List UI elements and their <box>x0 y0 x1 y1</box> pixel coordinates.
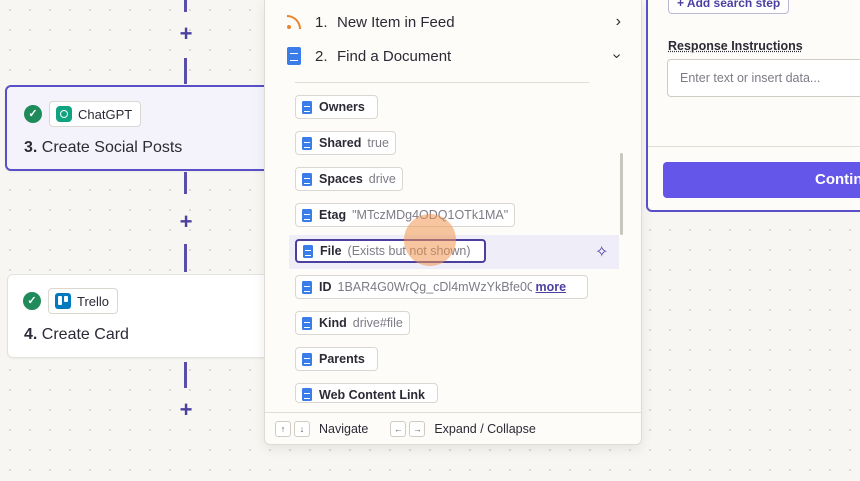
arrow-left-key-icon: ← <box>390 420 407 437</box>
chevron-right-icon[interactable]: › <box>616 13 621 31</box>
doc-icon <box>302 316 312 330</box>
field-value: drive#file <box>352 316 403 330</box>
doc-icon <box>302 352 312 366</box>
source-step-row[interactable]: 1. New Item in Feed › <box>285 11 621 33</box>
add-step-plus-icon[interactable]: + <box>176 399 196 421</box>
chevron-down-icon[interactable]: › <box>607 53 625 58</box>
step-title-text: Create Card <box>41 326 129 343</box>
step-number: 4. <box>24 326 38 343</box>
step-title-text: Create Social Posts <box>41 139 183 156</box>
doc-icon <box>302 208 312 222</box>
connector-line <box>184 58 187 84</box>
scrollbar[interactable] <box>620 153 623 235</box>
field-key: Parents <box>319 352 365 366</box>
field-key: Shared <box>319 136 362 150</box>
doc-icon <box>302 136 312 150</box>
connector-line <box>184 244 187 272</box>
add-step-plus-icon[interactable]: + <box>176 23 196 45</box>
source-step-row[interactable]: 2. Find a Document › <box>285 45 625 67</box>
divider <box>648 146 860 147</box>
app-name: ChatGPT <box>78 106 133 122</box>
chatgpt-logo-icon <box>56 106 72 122</box>
add-search-step-button[interactable]: + Add search step <box>668 0 790 14</box>
response-instructions-input[interactable]: Enter text or insert data... <box>667 59 860 97</box>
field-shared[interactable]: Shared true <box>295 131 396 155</box>
arrow-right-key-icon: → <box>409 420 426 437</box>
source-label: Find a Document <box>337 47 452 65</box>
check-icon: ✓ <box>23 292 41 310</box>
source-label: New Item in Feed <box>337 13 455 31</box>
trello-logo-icon <box>55 293 71 309</box>
divider <box>295 82 589 83</box>
data-picker-panel: 1. New Item in Feed › 2. Find a Document… <box>264 0 642 445</box>
source-number: 2. <box>315 47 328 65</box>
app-badge: ChatGPT <box>49 101 142 127</box>
field-parents[interactable]: Parents <box>295 347 378 371</box>
field-key: Owners <box>319 100 365 114</box>
field-etag[interactable]: Etag "MTczMDg4ODQ1OTk1MA" <box>295 203 516 227</box>
field-kind[interactable]: Kind drive#file <box>295 311 410 335</box>
expand-collapse-hint: Expand / Collapse <box>434 421 536 436</box>
connector-line <box>184 362 187 388</box>
field-key: File <box>320 244 342 258</box>
check-icon: ✓ <box>24 105 42 123</box>
field-key: ID <box>319 280 332 294</box>
connector-line <box>184 172 187 194</box>
rss-icon <box>285 13 303 31</box>
doc-icon <box>302 172 312 186</box>
continue-button[interactable]: Continue <box>663 162 860 198</box>
field-key: Etag <box>319 208 347 222</box>
step-number: 3. <box>24 139 38 156</box>
more-link[interactable]: more <box>536 280 567 294</box>
field-id[interactable]: ID 1BAR4G0WrQg_cDl4mWzYkBfe0Qi( more <box>295 275 588 299</box>
step-card-chatgpt[interactable]: ✓ ChatGPT 3. Create Social Posts <box>5 85 275 171</box>
app-name: Trello <box>77 293 110 309</box>
doc-icon <box>302 280 312 294</box>
connector-line <box>184 0 187 12</box>
navigate-hint: Navigate <box>319 421 369 436</box>
doc-icon <box>303 244 313 258</box>
add-step-plus-icon[interactable]: + <box>176 211 196 233</box>
field-owners[interactable]: Owners <box>295 95 378 119</box>
sparkle-icon[interactable]: ✧ <box>595 242 608 262</box>
response-instructions-label: Response Instructions <box>668 39 803 53</box>
app-badge: Trello <box>48 288 119 314</box>
field-value: 1BAR4G0WrQg_cDl4mWzYkBfe0Qi( <box>337 280 532 294</box>
cursor-highlight <box>404 214 456 266</box>
step-title: 4. Create Card <box>24 326 129 344</box>
step-card-trello[interactable]: ✓ Trello 4. Create Card <box>7 274 277 358</box>
step-title: 3. Create Social Posts <box>24 139 182 157</box>
google-docs-icon <box>287 47 301 65</box>
field-key: Kind <box>319 316 347 330</box>
doc-icon <box>302 388 312 401</box>
field-key: Web Content Link <box>319 388 426 402</box>
doc-icon <box>302 100 312 114</box>
field-key: Spaces <box>319 172 363 186</box>
field-value: true <box>367 136 389 150</box>
arrow-down-key-icon: ↓ <box>294 420 310 437</box>
field-value: drive <box>368 172 396 186</box>
source-number: 1. <box>315 13 328 31</box>
field-spaces[interactable]: Spaces drive <box>295 167 403 191</box>
field-file[interactable]: File (Exists but not shown) <box>295 239 486 263</box>
field-web-content-link[interactable]: Web Content Link <box>295 383 439 403</box>
keyboard-hints: ↑ ↓ Navigate ← → Expand / Collapse <box>265 412 641 444</box>
arrow-up-key-icon: ↑ <box>275 420 291 437</box>
